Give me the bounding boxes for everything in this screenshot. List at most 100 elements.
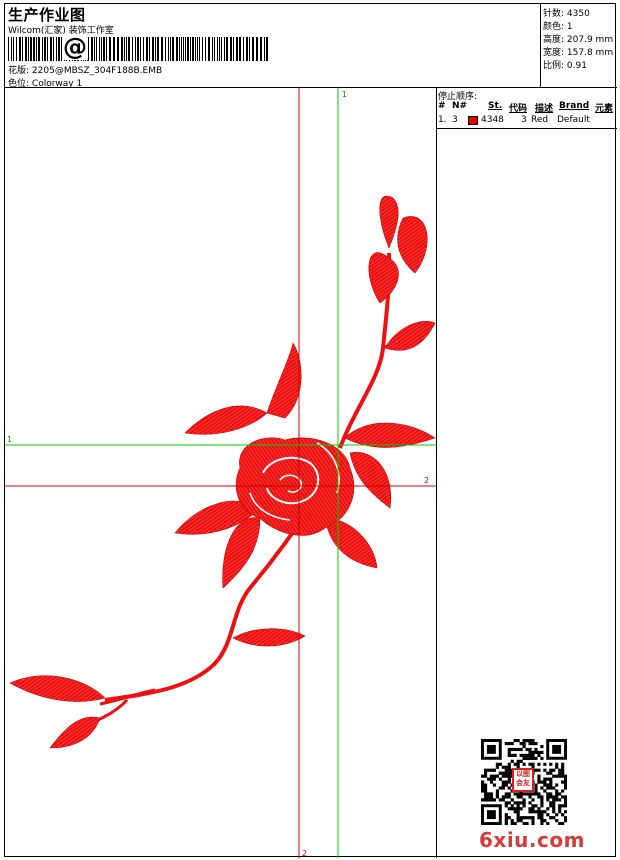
studio-name: Wilcom(汇家) 装饰工作室: [8, 26, 114, 36]
barcode-bar: [135, 37, 136, 61]
barcode-bar: [176, 37, 178, 61]
qr-module: [555, 774, 559, 778]
qr-module: [483, 771, 488, 775]
qr-module: [519, 807, 523, 811]
qr-module: [507, 768, 511, 772]
qr-module: [510, 747, 514, 752]
stat-value: 157.8 mm: [566, 48, 614, 58]
qr-module: [507, 801, 511, 805]
qr-module: [516, 747, 520, 752]
qr-module: [546, 783, 550, 787]
qr-module: [528, 753, 532, 757]
qr-module: [522, 741, 526, 746]
qr-module: [501, 780, 505, 784]
qr-module: [531, 798, 535, 802]
row-code: 3: [521, 115, 527, 125]
qr-module: [525, 792, 529, 796]
barcode-bar: [185, 37, 186, 61]
barcode-bar: [236, 37, 238, 61]
qr-module: [492, 774, 497, 778]
qr-module: [501, 795, 505, 799]
qr-module: [543, 768, 547, 772]
qr-module: [561, 780, 565, 784]
qr-module: [543, 777, 547, 781]
barcode-bar: [224, 37, 225, 61]
barcode-bar: [214, 37, 215, 61]
qr-module: [498, 777, 502, 781]
qr-module: [528, 792, 532, 796]
qr-module: [534, 792, 538, 796]
qr-module: [516, 816, 520, 820]
barcode-bar: [124, 37, 125, 61]
col-code: 代码: [509, 104, 528, 114]
qr-module: [540, 810, 544, 814]
qr-module: [558, 810, 562, 814]
qr-module: [561, 771, 565, 775]
barcode-bar: [221, 37, 222, 61]
qr-module: [564, 798, 567, 802]
qr-module: [561, 804, 565, 808]
qr-module: [513, 807, 517, 811]
qr-module: [540, 786, 544, 790]
qr-module: [534, 810, 538, 814]
barcode-bar: [121, 37, 123, 61]
barcode-bar: [202, 37, 203, 61]
barcode-bar: [91, 37, 93, 61]
qr-module: [537, 810, 541, 814]
qr-module: [489, 780, 494, 784]
qr-module: [552, 804, 556, 808]
qr-module: [507, 741, 511, 746]
barcode-bar: [137, 37, 139, 61]
qr-module: [537, 807, 541, 811]
guide-label-green-left: 1: [7, 435, 12, 444]
qr-module: [564, 774, 567, 778]
qr-module: [495, 795, 499, 799]
qr-module: [552, 798, 556, 802]
stat-width: 宽度: 157.8 mm: [543, 45, 613, 58]
qr-finder: [486, 810, 496, 820]
qr-module: [492, 783, 497, 787]
qr-module: [495, 789, 499, 793]
qr-module: [513, 792, 517, 796]
barcode-bar: [53, 37, 54, 61]
leaf: [344, 422, 436, 448]
qr-module: [558, 792, 562, 796]
qr-finder: [552, 744, 562, 754]
qr-module: [516, 759, 520, 763]
barcode-bar: [149, 37, 150, 61]
qr-module: [564, 801, 567, 805]
qr-module: [507, 780, 511, 784]
row-needle: 3: [452, 115, 458, 125]
qr-module: [534, 768, 538, 772]
qr-module: [543, 762, 547, 766]
qr-module: [525, 747, 529, 752]
qr-module: [528, 795, 532, 799]
qr-module: [492, 768, 497, 772]
qr-module: [531, 762, 535, 766]
qr-module: [486, 768, 491, 772]
qr-module: [516, 810, 520, 814]
col-st: St.: [488, 101, 503, 111]
qr-module: [483, 774, 488, 778]
barcode-bar: [246, 37, 248, 61]
qr-module: [513, 753, 517, 757]
qr-module: [486, 777, 491, 781]
stop-sequence-header: # N# St. 代码 描述 Brand 元素: [437, 101, 617, 114]
stat-value: 0.91: [566, 61, 587, 71]
barcode-bar: [38, 37, 40, 61]
design-label: 花版:: [8, 66, 30, 76]
stem-lower: [99, 688, 156, 706]
qr-module: [549, 816, 553, 820]
qr-module: [495, 774, 499, 778]
qr-module: [555, 795, 559, 799]
barcode-bar: [243, 37, 244, 61]
qr-module: [531, 792, 535, 796]
qr-module: [486, 798, 491, 802]
design-file: 花版: 2205@MBSZ_304F188B.EMB: [8, 63, 162, 76]
qr-module: [492, 798, 497, 802]
seal-stamp: 以图会友: [512, 768, 534, 792]
barcode-bar: [103, 37, 105, 61]
barcode-bar: [170, 37, 171, 61]
stat-label: 针数:: [543, 9, 565, 19]
qr-module: [564, 777, 567, 781]
